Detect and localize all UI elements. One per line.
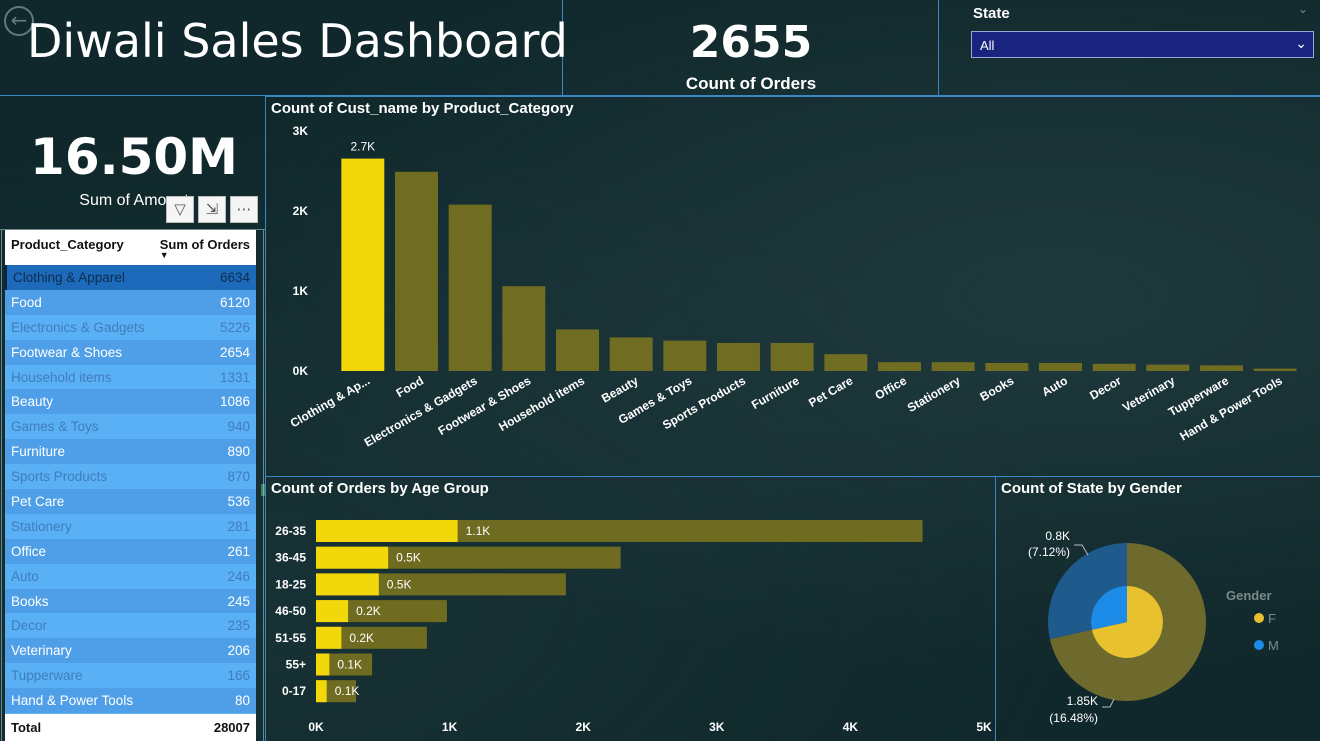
data-label: 2.7K xyxy=(350,140,375,154)
category-bar xyxy=(824,354,868,371)
chevron-down-icon: ⌄ xyxy=(1295,35,1307,51)
age-bar-highlight xyxy=(316,653,330,676)
focus-mode-icon[interactable]: ⇲ xyxy=(198,196,226,223)
x-tick-label: Food xyxy=(394,373,426,400)
legend-marker xyxy=(1254,640,1264,650)
slice-value-label: 1.85K xyxy=(1067,694,1098,708)
category-bar xyxy=(609,337,653,371)
category-bar xyxy=(717,343,760,371)
x-tick-label: 4K xyxy=(843,720,859,734)
y-tick-label: 26-35 xyxy=(275,524,306,538)
x-tick-label: Footwear & Shoes xyxy=(436,373,534,438)
category-bar xyxy=(931,362,975,371)
page-title: Diwali Sales Dashboard xyxy=(27,14,568,68)
data-label: 1.1K xyxy=(466,524,491,538)
x-tick-label: Decor xyxy=(1087,373,1124,402)
leader-line xyxy=(1074,544,1089,556)
x-tick-label: 5K xyxy=(976,720,992,734)
leader-line xyxy=(1102,698,1115,708)
x-tick-label: 0K xyxy=(308,720,324,734)
y-tick-label: 18-25 xyxy=(275,577,306,591)
data-label: 0.1K xyxy=(337,658,362,672)
legend-label: F xyxy=(1268,611,1276,626)
gender-chart-title: Count of State by Gender xyxy=(1001,480,1182,497)
state-slicer-label: State xyxy=(973,5,1010,22)
y-tick-label: 36-45 xyxy=(275,551,306,565)
x-tick-label: 3K xyxy=(709,720,725,734)
category-bar xyxy=(770,343,814,371)
category-bar xyxy=(341,158,385,371)
age-bar-highlight xyxy=(316,680,327,703)
y-tick-label: 1K xyxy=(293,284,309,298)
legend-title: Gender xyxy=(1226,588,1272,603)
category-bar xyxy=(556,329,599,371)
x-tick-label: Stationery xyxy=(905,373,963,415)
data-label: 0.5K xyxy=(396,551,421,565)
resize-handle[interactable] xyxy=(261,484,265,496)
orders-kpi-label: Count of Orders xyxy=(685,74,817,93)
chevron-down-icon[interactable]: ⌄ xyxy=(1298,2,1308,16)
data-label: 0.1K xyxy=(335,684,360,698)
state-dropdown-value: All xyxy=(980,38,995,53)
y-tick-label: 2K xyxy=(293,204,309,218)
x-tick-label: Hand & Power Tools xyxy=(1177,373,1285,443)
orders-kpi-value: 2655 xyxy=(689,17,813,68)
category-bar xyxy=(1092,363,1136,371)
x-tick-label: Clothing & Ap... xyxy=(288,373,373,430)
x-tick-label: Books xyxy=(978,373,1017,404)
category-bar xyxy=(1253,368,1297,371)
filter-icon[interactable]: ▽ xyxy=(166,196,194,223)
x-tick-label: 1K xyxy=(442,720,458,734)
age-bar-highlight xyxy=(316,626,342,649)
age-bar-highlight xyxy=(316,520,458,542)
x-tick-label: Pet Care xyxy=(806,373,855,410)
y-tick-label: 0K xyxy=(293,364,309,378)
category-bar xyxy=(663,340,707,371)
x-tick-label: Auto xyxy=(1039,373,1070,399)
gender-donut-chart: 0.8K (7.12%) 1.85K (16.48%) Gender FM xyxy=(1028,529,1279,725)
category-bar xyxy=(395,171,438,371)
legend-label: M xyxy=(1268,638,1279,653)
y-tick-label: 46-50 xyxy=(275,604,306,618)
age-bar-highlight xyxy=(316,573,379,596)
data-label: 0.5K xyxy=(387,577,412,591)
state-dropdown[interactable]: All ⌄ xyxy=(971,31,1314,58)
x-tick-label: Beauty xyxy=(599,373,641,405)
visual-header-toolbar: ▽ ⇲ ⋯ xyxy=(166,196,258,223)
age-chart-title: Count of Orders by Age Group xyxy=(271,480,489,497)
data-label: 0.2K xyxy=(349,631,374,645)
table-visual-border xyxy=(1,229,264,741)
category-bar-chart: 0K1K2K3KClothing & Ap... FoodElectronics … xyxy=(288,124,1297,450)
more-options-icon[interactable]: ⋯ xyxy=(230,196,258,223)
category-chart-title: Count of Cust_name by Product_Category xyxy=(271,100,574,117)
slice-value-label: 0.8K xyxy=(1045,529,1070,543)
data-label: 0.2K xyxy=(356,604,381,618)
category-bar xyxy=(878,362,921,371)
x-tick-label: Furniture xyxy=(749,373,802,412)
slice-percent-label: (16.48%) xyxy=(1049,711,1098,725)
y-tick-label: 3K xyxy=(293,124,309,138)
y-tick-label: 55+ xyxy=(286,658,306,672)
category-bar xyxy=(1200,365,1243,371)
category-bar xyxy=(448,204,492,371)
x-tick-label: Office xyxy=(873,373,910,402)
category-bar xyxy=(1039,363,1082,371)
x-tick-label: 2K xyxy=(576,720,592,734)
category-bar xyxy=(985,363,1029,371)
age-bar-chart: 26-35 1.1K 36-45 0.5K 18-25 0.5K 46-50 0.2K 51-5… xyxy=(275,520,992,734)
slice-percent-label: (7.12%) xyxy=(1028,545,1070,559)
category-bar xyxy=(1146,364,1190,371)
y-tick-label: 51-55 xyxy=(275,631,306,645)
legend-marker xyxy=(1254,613,1264,623)
amount-kpi-value: 16.50M xyxy=(30,128,238,186)
y-tick-label: 0-17 xyxy=(282,684,306,698)
age-bar-highlight xyxy=(316,600,349,623)
age-bar-highlight xyxy=(316,546,389,569)
category-bar xyxy=(502,286,546,371)
